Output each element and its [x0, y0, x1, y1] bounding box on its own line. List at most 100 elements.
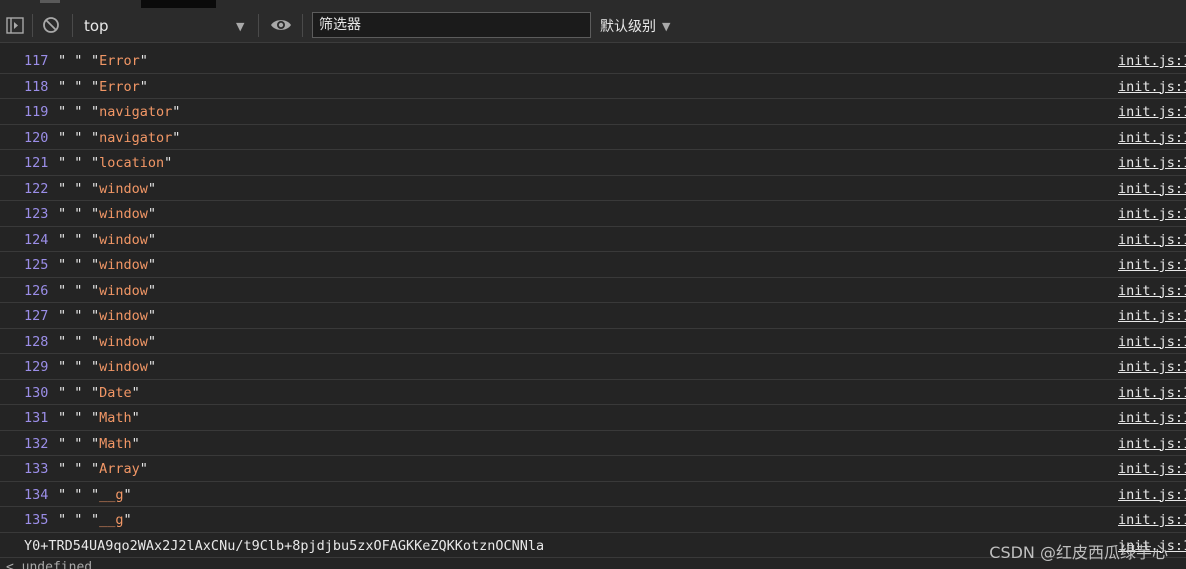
source-link[interactable]: init.js:1 — [1118, 53, 1186, 69]
string-value: window — [99, 257, 148, 273]
source-link[interactable]: init.js:1 — [1118, 461, 1186, 477]
source-link[interactable]: init.js:1 — [1118, 436, 1186, 452]
source-link[interactable]: init.js:1 — [1118, 512, 1186, 528]
toolbar-divider — [32, 14, 33, 37]
repeat-count: 126 — [24, 282, 49, 299]
source-link[interactable]: init.js:1 — [1118, 308, 1186, 324]
string-value: Array — [99, 461, 140, 477]
message-prefix: " " — [58, 129, 83, 146]
repeat-count: 117 — [24, 53, 49, 69]
open-quote: " — [91, 155, 100, 171]
close-quote: " — [147, 231, 157, 248]
console-message-row: 129 " " "window" init.js:1 — [0, 354, 1186, 380]
prompt-result: < undefined — [6, 560, 93, 569]
repeat-count: 119 — [24, 104, 49, 120]
string-value: window — [99, 333, 148, 350]
source-link[interactable]: init.js:1 — [1118, 410, 1186, 426]
close-quote: " — [147, 257, 157, 273]
string-value: window — [99, 231, 148, 248]
close-quote: " — [147, 180, 157, 197]
close-quote: " — [131, 384, 140, 401]
sidebar-toggle-icon[interactable] — [6, 17, 24, 34]
string-value: Error — [99, 53, 140, 69]
repeat-count: 124 — [24, 231, 49, 248]
string-value: __g — [99, 486, 124, 503]
context-select-value: top — [84, 17, 109, 35]
message-prefix: " " — [58, 384, 83, 401]
close-quote: " — [131, 435, 140, 452]
string-value: window — [99, 206, 148, 222]
message-string: "location" — [91, 155, 172, 171]
console-message-row: 131 " " "Math" init.js:1 — [0, 405, 1186, 431]
message-prefix: " " — [58, 78, 83, 95]
console-message-row: 119 " " "navigator" init.js:1 — [0, 99, 1186, 125]
source-link[interactable]: init.js:1 — [1118, 130, 1186, 146]
log-level-select[interactable]: 默认级别 ▼ — [600, 14, 670, 38]
open-quote: " — [91, 308, 100, 324]
source-link[interactable]: init.js:1 — [1118, 79, 1186, 95]
source-link[interactable]: init.js:1 — [1118, 104, 1186, 120]
source-link[interactable]: init.js:1 — [1118, 283, 1186, 299]
source-link[interactable]: init.js:1 — [1118, 385, 1186, 401]
source-link[interactable]: init.js:1 — [1118, 334, 1186, 350]
source-link[interactable]: init.js:1 — [1118, 257, 1186, 273]
message-string: "window" — [91, 359, 156, 375]
repeat-count: 129 — [24, 359, 49, 375]
repeat-count: 120 — [24, 129, 49, 146]
open-quote: " — [91, 231, 100, 248]
close-quote: " — [139, 461, 148, 477]
console-message-row: 135 " " "__g" init.js:1 — [0, 507, 1186, 533]
close-quote: " — [123, 486, 132, 503]
message-string: "window" — [91, 334, 156, 350]
console-message-row: 132 " " "Math" init.js:1 — [0, 431, 1186, 456]
close-quote: " — [139, 53, 148, 69]
console-message-row: 120 " " "navigator" init.js:1 — [0, 125, 1186, 150]
message-prefix: " " — [58, 180, 83, 197]
message-prefix: " " — [58, 410, 83, 426]
message-string: "Array" — [91, 461, 148, 477]
message-string: "window" — [91, 206, 156, 222]
message-prefix: " " — [58, 359, 83, 375]
source-link[interactable]: init.js:1 — [1118, 155, 1186, 171]
tab-indicator[interactable] — [40, 0, 60, 3]
close-quote: " — [147, 308, 157, 324]
close-quote: " — [172, 129, 181, 146]
devtools-console-window: top ▼ 默认级别 ▼ 117" ""Error"init.js:1118" … — [0, 0, 1186, 569]
open-quote: " — [91, 486, 100, 503]
clear-console-icon[interactable] — [42, 16, 60, 34]
repeat-count: 127 — [24, 308, 49, 324]
open-quote: " — [91, 282, 100, 299]
console-message-row: 124 " " "window" init.js:1 — [0, 227, 1186, 252]
chevron-down-icon: ▼ — [662, 19, 671, 33]
message-string: "navigator" — [91, 130, 180, 146]
message-string: "__g" — [91, 512, 132, 528]
toolbar-divider — [258, 14, 259, 37]
active-tab[interactable] — [141, 0, 216, 8]
message-output: Y0+TRD54UA9qo2WAx2J2lAxCNu/t9Clb+8pjdjbu… — [24, 537, 545, 554]
open-quote: " — [91, 104, 100, 120]
open-quote: " — [91, 180, 100, 197]
source-link[interactable]: init.js:1 — [1118, 206, 1186, 222]
source-link[interactable]: init.js:1 — [1118, 181, 1186, 197]
context-select[interactable]: top ▼ — [78, 14, 250, 38]
close-quote: " — [147, 206, 157, 222]
string-value: __g — [99, 512, 124, 528]
message-string: "Math" — [91, 436, 140, 452]
source-link[interactable]: init.js:1 — [1118, 232, 1186, 248]
source-link[interactable]: init.js:1 — [1118, 487, 1186, 503]
message-prefix: " " — [58, 53, 83, 69]
console-message-row: 130 " " "Date" init.js:1 — [0, 380, 1186, 405]
filter-input[interactable] — [312, 12, 591, 38]
message-string: "window" — [91, 257, 156, 273]
console-message-row: 127 " " "window" init.js:1 — [0, 303, 1186, 329]
console-message-row: 125 " " "window" init.js:1 — [0, 252, 1186, 278]
repeat-count: 125 — [24, 257, 49, 273]
open-quote: " — [91, 333, 100, 350]
chevron-down-icon: ▼ — [236, 19, 245, 33]
open-quote: " — [91, 410, 100, 426]
open-quote: " — [91, 53, 100, 69]
close-quote: " — [147, 333, 157, 350]
live-expression-eye-icon[interactable] — [270, 17, 292, 33]
message-string: "window" — [91, 283, 156, 299]
source-link[interactable]: init.js:1 — [1118, 359, 1186, 375]
